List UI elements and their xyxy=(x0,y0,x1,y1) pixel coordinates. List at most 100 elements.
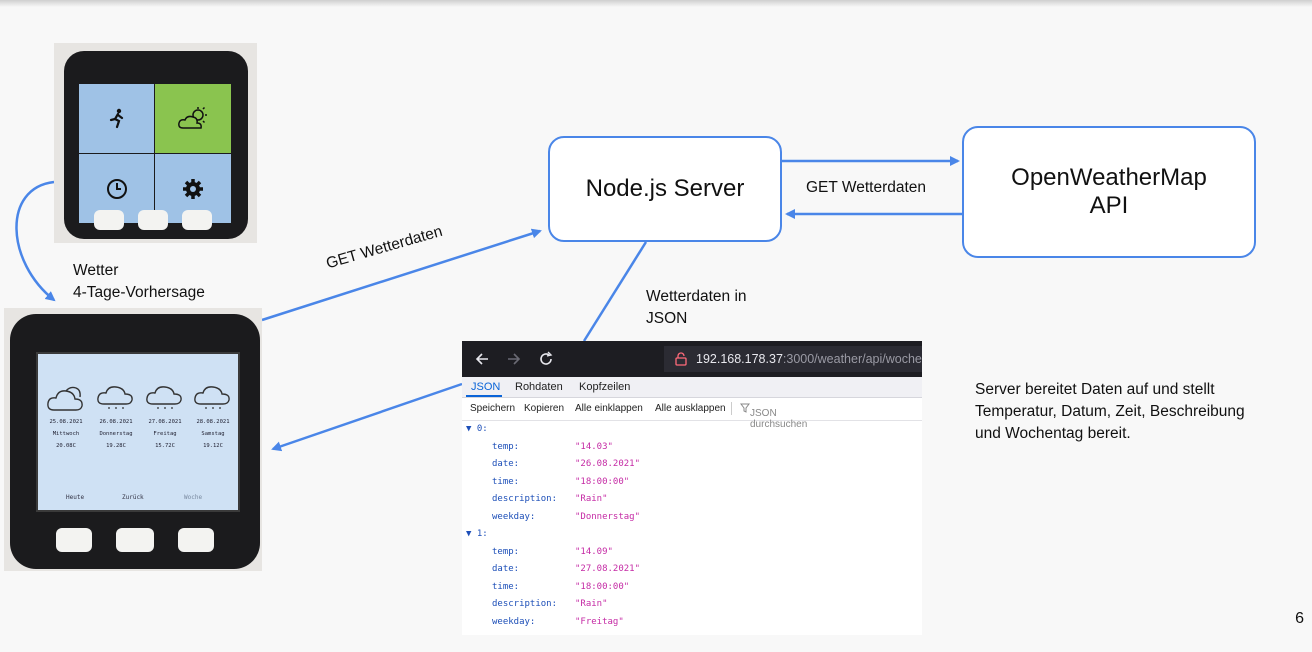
json-index: 0: xyxy=(476,424,488,434)
toolbar-divider xyxy=(731,402,732,415)
json-value: "14.09" xyxy=(575,546,613,557)
collapse-all-button[interactable]: Alle einklappen xyxy=(575,403,643,414)
copy-button[interactable]: Kopieren xyxy=(524,403,564,414)
active-tab-indicator xyxy=(466,395,502,397)
json-key: weekday: xyxy=(492,511,536,522)
forecast-date: 28.08.2021 xyxy=(196,419,230,425)
edge-label-json-line2: JSON xyxy=(646,310,688,327)
tab-headers[interactable]: Kopfzeilen xyxy=(579,381,630,393)
tab-raw-data[interactable]: Rohdaten xyxy=(515,381,563,393)
edge-label-server-to-api: GET Wetterdaten xyxy=(806,179,927,196)
page-number: 6 xyxy=(1295,610,1304,627)
api-label-line2: API xyxy=(1089,192,1129,219)
note-line3: und Wochentag bereit. xyxy=(975,425,1131,442)
forecast-temp: 20.08C xyxy=(56,443,76,449)
json-key: temp: xyxy=(492,546,520,557)
json-node-index[interactable]: ▼ 1: xyxy=(462,526,922,543)
json-entry: date: "27.08.2021" xyxy=(462,561,922,578)
forecast-temp: 19.28C xyxy=(106,443,126,449)
json-entry: temp: "14.03" xyxy=(462,439,922,456)
forecast-nav-today: Heute xyxy=(66,494,85,501)
viewer-tabs: JSON Rohdaten Kopfzeilen xyxy=(462,377,922,398)
edge-label-json-line1: Wetterdaten in xyxy=(646,288,747,305)
weather-sun-cloud-icon xyxy=(178,106,207,129)
json-value: "Rain" xyxy=(575,494,608,504)
api-label-line1: OpenWeatherMap xyxy=(1011,164,1207,191)
forecast-date: 25.08.2021 xyxy=(49,419,83,425)
json-key: date: xyxy=(492,459,520,469)
forecast-temp: 19.12C xyxy=(203,443,223,449)
tab-json[interactable]: JSON xyxy=(471,381,500,393)
browser-json-viewer: 192.168.178.37:3000/weather/api/woche JS… xyxy=(462,341,922,635)
forecast-weekday: Donnerstag xyxy=(99,431,133,437)
forward-icon[interactable] xyxy=(506,351,522,367)
json-entry: weekday: "Freitag" xyxy=(462,614,922,631)
hardware-button-center xyxy=(116,528,154,552)
json-node-index[interactable]: ▼ 0: xyxy=(462,421,922,438)
forecast-nav-week: Woche xyxy=(184,494,203,501)
filter-json[interactable]: JSON durchsuchen xyxy=(740,403,807,430)
json-entry: temp: "14.09" xyxy=(462,544,922,561)
menu-tile-weather xyxy=(155,84,231,153)
forecast-screen: 25.08.2021 Mittwoch 20.08C 26.08.2021 Do… xyxy=(36,352,240,512)
rain-cloud-icon xyxy=(97,386,133,409)
json-key: date: xyxy=(492,564,520,574)
hardware-button-right xyxy=(182,210,212,230)
menu-tile-activity xyxy=(79,84,154,153)
address-bar[interactable]: 192.168.178.37:3000/weather/api/woche xyxy=(664,346,922,372)
json-value: "18:00:00" xyxy=(575,476,630,487)
json-entry: description: "Rain" xyxy=(462,491,922,508)
gear-icon xyxy=(183,178,203,199)
json-value: "Freitag" xyxy=(575,616,624,627)
json-key: weekday: xyxy=(492,616,536,627)
forecast-weekday: Freitag xyxy=(153,431,177,437)
forecast-day: 28.08.2021 Samstag 19.12C xyxy=(187,386,239,452)
note-line1: Server bereitet Daten auf und stellt xyxy=(975,381,1215,398)
json-index: 1: xyxy=(476,529,488,539)
json-entry: time: "18:00:00" xyxy=(462,474,922,491)
hardware-button-right xyxy=(178,528,214,552)
forecast-day: 26.08.2021 Donnerstag 19.28C xyxy=(90,386,142,452)
forecast-date: 26.08.2021 xyxy=(99,419,133,425)
arrow-menu-to-forecast xyxy=(15,180,56,302)
cloud-icon xyxy=(47,386,83,411)
clock-icon xyxy=(106,178,127,199)
device-label-line1: Wetter xyxy=(73,262,119,279)
reload-icon[interactable] xyxy=(538,351,554,367)
forecast-nav-back: Zurück xyxy=(122,494,144,501)
hardware-button-left xyxy=(94,210,124,230)
json-toolbar: Speichern Kopieren Alle einklappen Alle … xyxy=(462,398,922,430)
rain-cloud-icon xyxy=(194,386,230,409)
forecast-temp: 15.72C xyxy=(155,443,175,449)
json-entry: time: "18:00:00" xyxy=(462,579,922,596)
forecast-day: 27.08.2021 Freitag 15.72C xyxy=(139,386,191,452)
json-entry: date: "26.08.2021" xyxy=(462,456,922,473)
json-value: "26.08.2021" xyxy=(575,459,641,469)
forecast-day: 25.08.2021 Mittwoch 20.08C xyxy=(40,386,92,452)
back-icon[interactable] xyxy=(474,351,490,367)
node-server-label: Node.js Server xyxy=(585,175,745,202)
device-label-line2: 4-Tage-Vorhersage xyxy=(73,284,205,301)
expand-toggle: ▼ 0: xyxy=(466,424,488,434)
hardware-button-center xyxy=(138,210,168,230)
insecure-connection-icon xyxy=(675,352,687,366)
json-entry: description: "Rain" xyxy=(462,596,922,613)
forecast-weekday: Samstag xyxy=(201,431,225,437)
device-photo-forecast: 25.08.2021 Mittwoch 20.08C 26.08.2021 Do… xyxy=(4,308,262,571)
forecast-weekday: Mittwoch xyxy=(52,431,80,437)
json-key: temp: xyxy=(492,441,520,452)
filter-icon xyxy=(740,403,750,413)
json-value: "27.08.2021" xyxy=(575,564,641,574)
openweathermap-api-box: OpenWeatherMap API xyxy=(962,126,1256,258)
expand-all-button[interactable]: Alle ausklappen xyxy=(655,403,726,414)
rain-cloud-icon xyxy=(146,386,182,409)
hardware-button-left xyxy=(56,528,92,552)
save-button[interactable]: Speichern xyxy=(470,403,515,414)
json-entry: weekday: "Donnerstag" xyxy=(462,509,922,526)
arrow-browser-to-device xyxy=(271,382,463,452)
json-key: description: xyxy=(492,494,558,504)
node-server-box: Node.js Server xyxy=(548,136,782,242)
json-value: "14.03" xyxy=(575,441,613,452)
expand-toggle: ▼ 1: xyxy=(466,529,488,539)
running-icon xyxy=(109,108,123,128)
